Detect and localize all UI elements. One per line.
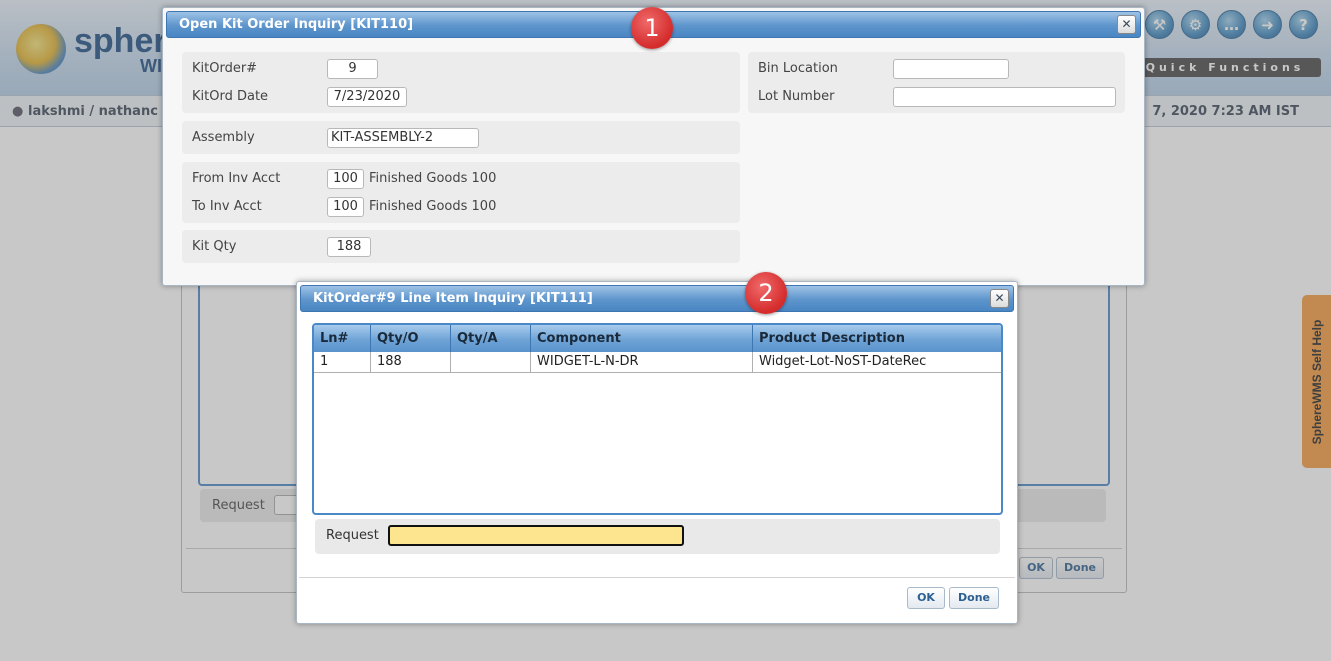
assembly-value: KIT-ASSEMBLY-2 — [327, 128, 479, 148]
column-header-product-description[interactable]: Product Description — [753, 325, 1001, 352]
table-row[interactable]: 1 188 WIDGET-L-N-DR Widget-Lot-NoST-Date… — [314, 352, 1001, 373]
dialog2-titlebar[interactable]: KitOrder#9 Line Item Inquiry [KIT111] ✕ — [300, 285, 1014, 312]
lot-number-value — [893, 87, 1116, 107]
cell-product-description: Widget-Lot-NoST-DateRec — [759, 354, 927, 369]
column-header-qty-o[interactable]: Qty/O — [371, 325, 451, 352]
to-inv-acct-description: Finished Goods 100 — [369, 199, 497, 214]
kit-qty-value: 188 — [327, 237, 371, 257]
from-inv-acct-description: Finished Goods 100 — [369, 171, 497, 186]
kit-qty-section: Kit Qty 188 — [182, 230, 740, 263]
dialog2-divider — [299, 577, 1015, 578]
cell-qty-a — [451, 352, 531, 372]
column-header-ln[interactable]: Ln# — [314, 325, 371, 352]
lot-number-label: Lot Number — [758, 89, 835, 104]
request-input[interactable] — [388, 525, 684, 546]
request-row: Request — [315, 519, 1000, 554]
bin-lot-section: Bin Location Lot Number — [748, 52, 1125, 113]
column-header-component[interactable]: Component — [531, 325, 753, 352]
kitord-date-label: KitOrd Date — [192, 89, 269, 104]
callout-marker-1: 1 — [631, 7, 673, 49]
assembly-label: Assembly — [192, 130, 255, 145]
dialog2-title: KitOrder#9 Line Item Inquiry [KIT111] — [313, 291, 593, 306]
cell-qty-o: 188 — [371, 352, 451, 372]
cell-ln: 1 — [314, 352, 371, 372]
callout-marker-2: 2 — [745, 272, 787, 314]
bin-location-label: Bin Location — [758, 61, 838, 76]
to-inv-acct-label: To Inv Acct — [192, 199, 262, 214]
from-inv-acct-label: From Inv Acct — [192, 171, 281, 186]
kit-qty-label: Kit Qty — [192, 239, 237, 254]
dialog1-title: Open Kit Order Inquiry [KIT110] — [179, 17, 414, 32]
cell-component: WIDGET-L-N-DR — [531, 352, 753, 372]
done-button[interactable]: Done — [949, 587, 999, 609]
inventory-account-section: From Inv Acct 100 Finished Goods 100 To … — [182, 162, 740, 223]
dialog2-close-icon[interactable]: ✕ — [990, 289, 1009, 308]
dialog1-close-icon[interactable]: ✕ — [1117, 15, 1136, 34]
grid-header-row: Ln# Qty/O Qty/A Component Product Descri… — [314, 325, 1001, 352]
assembly-section: Assembly KIT-ASSEMBLY-2 — [182, 121, 740, 154]
request-label: Request — [326, 528, 379, 543]
line-item-grid: Ln# Qty/O Qty/A Component Product Descri… — [312, 323, 1003, 515]
kitord-date-value: 7/23/2020 — [327, 87, 407, 107]
ok-button[interactable]: OK — [907, 587, 945, 609]
to-inv-acct-value: 100 — [327, 197, 364, 217]
column-header-qty-a[interactable]: Qty/A — [451, 325, 531, 352]
line-item-inquiry-dialog: KitOrder#9 Line Item Inquiry [KIT111] ✕ … — [296, 281, 1018, 624]
kit-order-section: KitOrder# 9 KitOrd Date 7/23/2020 — [182, 52, 740, 113]
from-inv-acct-value: 100 — [327, 169, 364, 189]
kitorder-label: KitOrder# — [192, 61, 258, 76]
kitorder-value: 9 — [327, 59, 378, 79]
bin-location-value — [893, 59, 1009, 79]
